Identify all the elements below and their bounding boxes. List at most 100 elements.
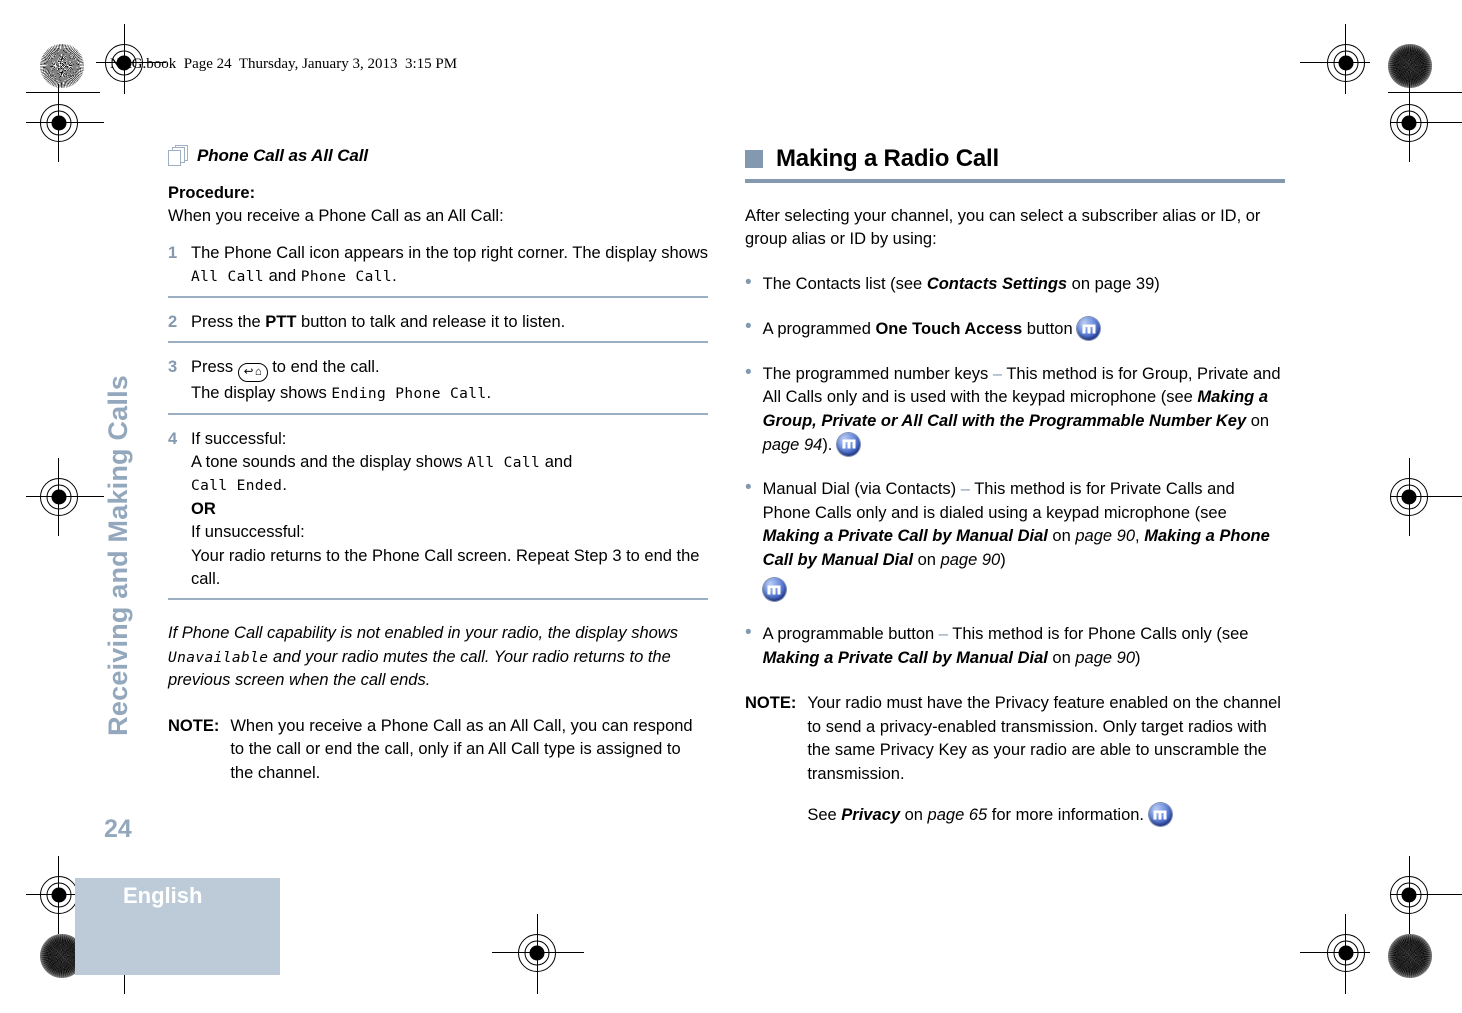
text-part: The programmed number keys <box>762 364 993 383</box>
crop-mark-v-top-right <box>1345 24 1347 94</box>
registration-starburst-top-right <box>1388 44 1432 88</box>
crop-mark-h-bottom-right <box>1300 952 1370 954</box>
crop-mark-v-left-upper <box>58 84 60 162</box>
list-item-text: A programmable button – This method is f… <box>763 623 1285 670</box>
section-square-icon <box>745 150 763 168</box>
note-text: When you receive a Phone Call as an All … <box>230 716 693 782</box>
list-item: • The Contacts list (see Contacts Settin… <box>745 272 1285 296</box>
right-column: Making a Radio Call After selecting your… <box>745 145 1285 827</box>
note-body: Your radio must have the Privacy feature… <box>807 694 1281 783</box>
note-see-also: See Privacy on page 65 for more informat… <box>807 803 1285 827</box>
text-part: on <box>913 550 941 569</box>
crop-mark-v-left-lower <box>58 856 60 934</box>
text-part: on <box>1047 648 1076 667</box>
list-item-text: Manual Dial (via Contacts) – This method… <box>762 478 1285 602</box>
home-back-key-icon: ↩ ⌂ <box>237 363 268 383</box>
trim-line-top-right <box>1388 92 1462 94</box>
text-part: on <box>900 806 928 825</box>
chapter-tab: Receiving and Making Calls <box>96 375 140 845</box>
en-dash: – <box>992 364 1003 383</box>
stacked-pages-icon <box>168 145 188 166</box>
text-part: for more information. <box>987 806 1149 825</box>
procedure-step-1: 1 The Phone Call icon appears in the top… <box>168 242 708 298</box>
procedure-label: Procedure: <box>168 184 256 202</box>
note-block-left: NOTE: When you receive a Phone Call as a… <box>168 715 708 785</box>
text-part: button <box>1022 320 1078 339</box>
cross-reference: Privacy <box>841 806 901 825</box>
subsection-heading: Phone Call as All Call <box>168 145 708 166</box>
procedure-step-4: 4 If successful: A tone sounds and the d… <box>168 428 708 601</box>
crop-mark-h-left-middle <box>26 496 104 498</box>
page-reference: page 65 <box>927 806 988 825</box>
crop-mark-h-top-right <box>1300 62 1370 64</box>
bullet-dot-icon: • <box>745 316 752 338</box>
lcd-text: All Call <box>467 454 541 471</box>
step-number: 4 <box>168 429 178 448</box>
text-part: ) <box>1000 550 1006 569</box>
page-number: 24 <box>104 815 132 843</box>
icon-line <box>762 578 1285 602</box>
crop-mark-v-right-upper <box>1409 84 1411 162</box>
list-item: • The programmed number keys – This meth… <box>745 362 1285 458</box>
step-number: 2 <box>168 312 178 331</box>
en-dash: – <box>960 480 970 499</box>
section-heading-text: Making a Radio Call <box>776 145 999 172</box>
page-reference: page 90 <box>1075 527 1136 546</box>
ptt-keyword: PTT <box>265 312 297 331</box>
page-reference: page 94 <box>762 435 823 454</box>
procedure-step-3: 3 Press ↩ ⌂ to end the call. The display … <box>168 356 708 415</box>
text-part: The Contacts list (see <box>762 274 927 293</box>
step-text: . <box>486 384 492 403</box>
or-keyword: OR <box>191 499 216 518</box>
lcd-text: Phone Call <box>300 269 393 286</box>
left-column: Phone Call as All Call Procedure: When y… <box>168 145 708 785</box>
cross-reference: Contacts Settings <box>926 274 1068 293</box>
note-block-right: NOTE: Your radio must have the Privacy f… <box>745 692 1285 827</box>
lcd-text: Call Ended <box>191 478 283 495</box>
text-part: ) <box>1135 648 1141 667</box>
crop-mark-h-right-lower <box>1390 894 1462 896</box>
cross-reference: Making a Private Call by Manual Dial <box>762 648 1048 667</box>
step-text: button to talk and release it to listen. <box>296 312 566 331</box>
bullet-dot-icon: • <box>745 622 752 644</box>
step-body: Press the PTT button to talk and release… <box>191 311 708 334</box>
crop-mark-v-right-middle <box>1409 458 1411 536</box>
list-item-text: A programmed One Touch Access button <box>763 317 1285 341</box>
subsection-heading-text: Phone Call as All Call <box>197 145 368 165</box>
text-part: on <box>1047 527 1076 546</box>
cross-reference: Making a Private Call by Manual Dial <box>762 527 1048 546</box>
note-text: Your radio must have the Privacy feature… <box>807 692 1285 827</box>
list-item: • A programmable button – This method is… <box>745 623 1285 670</box>
procedure-intro: When you receive a Phone Call as an All … <box>168 207 504 226</box>
trim-line-top-left <box>26 92 100 94</box>
registration-starburst-bottom-right <box>1388 934 1432 978</box>
step-text: If unsuccessful: <box>191 523 305 542</box>
lcd-text: Unavailable <box>168 649 269 666</box>
step-text: Press <box>191 358 238 377</box>
step-text: to end the call. <box>267 358 380 377</box>
text-part: A programmable button <box>762 625 939 644</box>
italic-remark-part-a: If Phone Call capability is not enabled … <box>168 624 678 643</box>
section-intro: After selecting your channel, you can se… <box>745 207 1261 249</box>
note-label: NOTE: <box>745 694 797 713</box>
lcd-text: All Call <box>191 269 265 286</box>
page-reference: page 90 <box>940 550 1001 569</box>
radio-signal-icon <box>837 432 860 456</box>
radio-signal-icon <box>762 578 786 602</box>
text-part: Manual Dial (via Contacts) <box>762 480 961 499</box>
procedure-step-2: 2 Press the PTT button to talk and relea… <box>168 311 708 344</box>
running-header: NAG.book Page 24 Thursday, January 3, 20… <box>110 56 458 72</box>
step-text: Press the <box>191 312 266 331</box>
list-item: • Manual Dial (via Contacts) – This meth… <box>745 477 1285 602</box>
lcd-text: Ending Phone Call <box>331 386 487 403</box>
crop-mark-v-left-middle <box>58 458 60 536</box>
list-item: • A programmed One Touch Access button <box>745 316 1285 341</box>
italic-remark: If Phone Call capability is not enabled … <box>168 622 708 692</box>
text-part: This method is for Phone Calls only (see <box>947 625 1249 644</box>
step-text: and <box>264 267 301 286</box>
text-part: ). <box>822 435 833 454</box>
list-item-text: The programmed number keys – This method… <box>763 363 1285 458</box>
chapter-title: Receiving and Making Calls <box>102 375 133 736</box>
step-number: 3 <box>168 358 178 377</box>
step-text: The Phone Call icon appears in the top r… <box>191 243 708 262</box>
